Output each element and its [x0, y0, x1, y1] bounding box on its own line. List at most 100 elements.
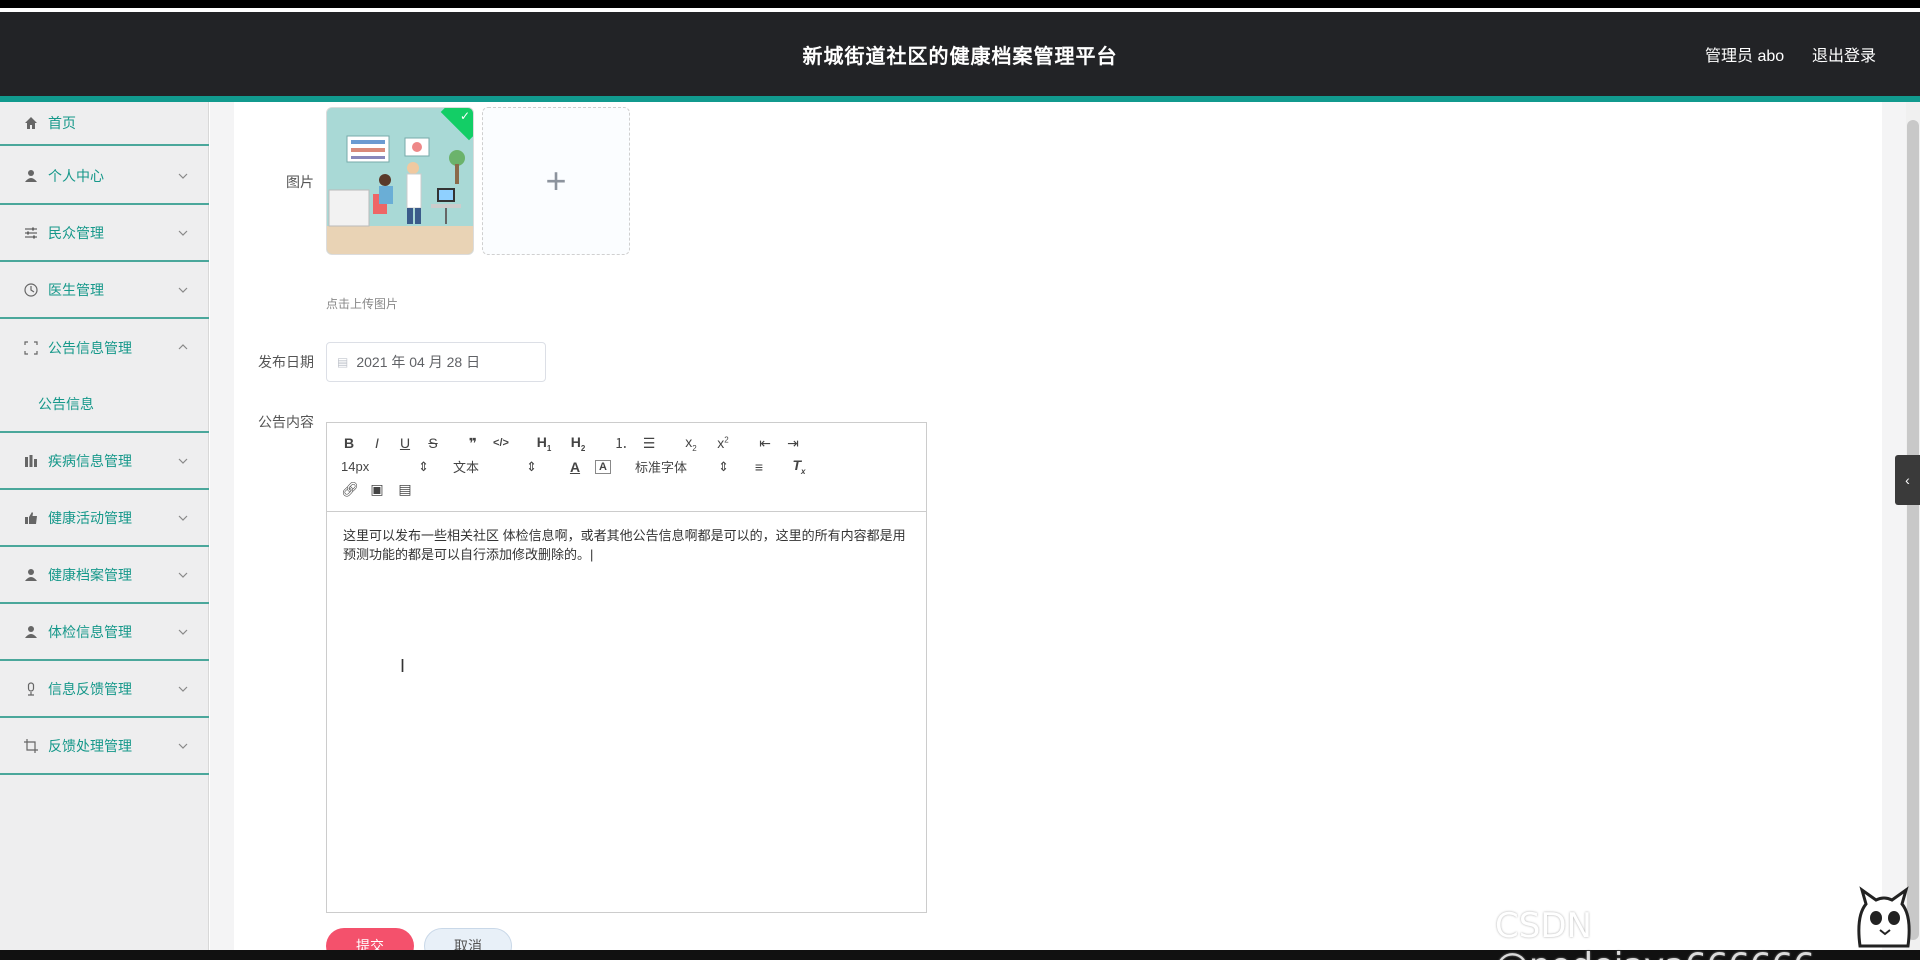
collapse-panel-button[interactable]: ‹ — [1895, 455, 1920, 505]
sidebar-subitem-label: 公告信息 — [38, 395, 94, 412]
font-size-value: 14px — [341, 459, 370, 474]
sidebar-item-label: 医生管理 — [48, 281, 104, 298]
heading-1-button[interactable]: H1 — [533, 434, 555, 453]
font-family-select[interactable]: 标准字体 ⇕ — [635, 457, 729, 476]
content-left-gutter — [210, 102, 234, 950]
content-field-label: 公告内容 — [258, 414, 314, 430]
sidebar-item-label: 体检信息管理 — [48, 623, 132, 640]
upload-hint: 点击上传图片 — [326, 297, 399, 311]
bar-chart-icon — [22, 452, 40, 470]
sidebar-item-label: 民众管理 — [48, 224, 104, 241]
sidebar-item-feedback[interactable]: 信息反馈管理 — [0, 661, 209, 718]
home-icon — [22, 114, 40, 132]
subscript-button[interactable]: x2 — [681, 434, 701, 453]
publish-date-input[interactable]: ▤ 2021 年 04 月 28 日 — [326, 342, 546, 382]
bullet-list-button[interactable]: ☰ — [641, 435, 657, 452]
user-icon — [22, 566, 40, 584]
editor-content[interactable]: 这里可以发布一些相关社区 体检信息啊，或者其他公告信息啊都是可以的，这里的所有内… — [327, 512, 926, 578]
chevron-left-icon: ‹ — [1905, 472, 1910, 488]
underline-button[interactable]: U — [397, 435, 413, 451]
chevron-down-icon — [178, 686, 188, 692]
heading-select[interactable]: 文本 ⇕ — [453, 457, 537, 476]
sidebar-item-health-records[interactable]: 健康档案管理 — [0, 547, 209, 604]
chevron-down-icon — [178, 287, 188, 293]
chevron-down-icon — [178, 515, 188, 521]
cat-mascot-icon — [1857, 886, 1911, 948]
background-color-button[interactable]: A — [595, 459, 611, 474]
ordered-list-button[interactable]: ⒈ — [613, 433, 629, 453]
sidebar-item-label: 健康档案管理 — [48, 566, 132, 583]
blockquote-button[interactable]: ❞ — [465, 435, 481, 452]
select-arrows-icon: ⇕ — [718, 458, 729, 474]
heading-select-value: 文本 — [453, 460, 480, 475]
sidebar-item-label: 个人中心 — [48, 167, 104, 184]
sidebar-item-label: 反馈处理管理 — [48, 737, 132, 754]
clock-icon — [22, 281, 40, 299]
sidebar-item-label: 首页 — [48, 115, 76, 131]
select-arrows-icon: ⇕ — [418, 458, 429, 474]
clinic-illustration — [327, 108, 473, 254]
image-field-label: 图片 — [286, 174, 314, 190]
sidebar-item-label: 信息反馈管理 — [48, 680, 132, 697]
date-field-label: 发布日期 — [258, 354, 314, 370]
check-icon: ✓ — [459, 109, 470, 123]
sliders-icon — [22, 224, 40, 242]
sidebar-item-label: 疾病信息管理 — [48, 452, 132, 469]
editor-text: 这里可以发布一些相关社区 体检信息啊，或者其他公告信息啊都是可以的，这里的所有内… — [343, 528, 906, 562]
sidebar-item-label: 健康活动管理 — [48, 509, 132, 526]
page-title: 新城街道社区的健康档案管理平台 — [802, 46, 1118, 68]
sidebar-item-personal[interactable]: 个人中心 — [0, 148, 209, 205]
sidebar-subitem-announcement-info[interactable]: 公告信息 — [0, 376, 209, 433]
scrollbar-thumb[interactable] — [1907, 120, 1919, 940]
sidebar-item-doctors[interactable]: 医生管理 — [0, 262, 209, 319]
link-icon[interactable]: 🔗︎ — [341, 481, 359, 498]
text-caret: | — [590, 547, 594, 562]
superscript-button[interactable]: x2 — [713, 435, 733, 451]
align-button[interactable]: ≡ — [751, 459, 767, 475]
select-arrows-icon: ⇕ — [526, 458, 537, 474]
fullscreen-icon — [22, 339, 40, 357]
font-size-select[interactable]: 14px ⇕ — [341, 459, 429, 475]
chevron-down-icon — [178, 458, 188, 464]
chevron-down-icon — [178, 572, 188, 578]
chevron-down-icon — [178, 629, 188, 635]
mouse-ibeam-cursor: I — [400, 656, 406, 676]
heading-2-button[interactable]: H2 — [567, 434, 589, 453]
chevron-up-icon — [178, 344, 188, 350]
clear-format-button[interactable]: Tx — [791, 457, 807, 476]
code-block-button[interactable]: </> — [493, 437, 509, 449]
sidebar-item-feedback-handling[interactable]: 反馈处理管理 — [0, 718, 209, 775]
plus-icon: + — [545, 160, 567, 201]
image-icon[interactable]: ▣ — [369, 481, 385, 498]
microphone-icon — [22, 680, 40, 698]
window-top-edge — [0, 0, 1920, 8]
italic-button[interactable]: I — [369, 435, 385, 451]
chevron-down-icon — [178, 743, 188, 749]
video-icon[interactable]: ▤ — [397, 481, 413, 498]
indent-button[interactable]: ⇥ — [785, 435, 801, 452]
sidebar-item-home[interactable]: 首页 — [0, 102, 209, 146]
sidebar-item-checkups[interactable]: 体检信息管理 — [0, 604, 209, 661]
font-family-value: 标准字体 — [635, 460, 688, 475]
sidebar-item-diseases[interactable]: 疾病信息管理 — [0, 433, 209, 490]
uploaded-image-thumbnail[interactable]: ✓ — [326, 107, 474, 255]
outdent-button[interactable]: ⇤ — [757, 435, 773, 452]
user-icon — [22, 167, 40, 185]
user-icon — [22, 623, 40, 641]
sidebar-menu: 首页 个人中心 民众管理 医生管理 公告信息管理 公告信息 疾病信息管理 健康活… — [0, 102, 209, 950]
sidebar-item-activities[interactable]: 健康活动管理 — [0, 490, 209, 547]
strike-button[interactable]: S — [425, 435, 441, 451]
sidebar-item-announcements[interactable]: 公告信息管理 — [0, 319, 209, 376]
logout-link[interactable]: 退出登录 — [1812, 42, 1876, 66]
text-color-button[interactable]: A — [567, 459, 583, 475]
editor-toolbar: B I U S ❞ </> H1 H2 ⒈ ☰ x2 x2 ⇤ ⇥ 14px ⇕ … — [327, 423, 926, 512]
chevron-down-icon — [178, 173, 188, 179]
crop-icon — [22, 737, 40, 755]
sidebar-item-citizens[interactable]: 民众管理 — [0, 205, 209, 262]
bold-button[interactable]: B — [341, 435, 357, 451]
rich-text-editor[interactable]: B I U S ❞ </> H1 H2 ⒈ ☰ x2 x2 ⇤ ⇥ 14px ⇕ … — [326, 422, 927, 913]
image-upload-button[interactable]: + — [482, 107, 630, 255]
admin-user-label: 管理员 abo — [1705, 48, 1785, 65]
chevron-down-icon — [178, 230, 188, 236]
calendar-icon: ▤ — [337, 355, 349, 369]
